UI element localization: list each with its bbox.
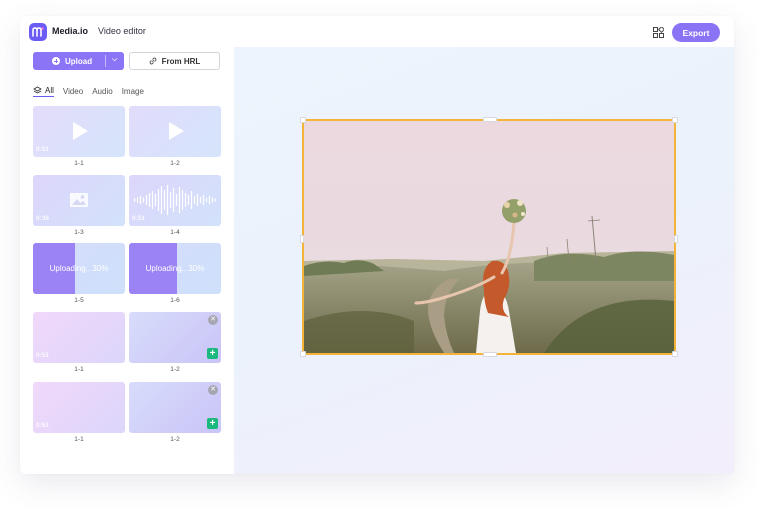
- page-title: Video editor: [98, 26, 146, 36]
- close-icon[interactable]: ✕: [208, 385, 218, 395]
- waveform-bar: [199, 197, 202, 203]
- media-caption: 1-2: [170, 436, 180, 443]
- preview-canvas: [234, 47, 734, 474]
- media-card[interactable]: ✕ +: [129, 382, 221, 433]
- waveform-bar: [157, 189, 160, 211]
- media-duration: 0:36: [36, 215, 50, 222]
- media-card[interactable]: 0:36: [33, 175, 125, 226]
- media-caption: 1-5: [74, 297, 84, 304]
- waveform-bar: [190, 191, 193, 209]
- plus-circle-icon: [52, 57, 60, 65]
- media-card[interactable]: 0:51: [33, 382, 125, 433]
- waveform-bar: [154, 194, 157, 206]
- resize-handle-right[interactable]: [674, 235, 678, 243]
- waveform-bar: [145, 195, 148, 205]
- media-card[interactable]: ✕ +: [129, 312, 221, 363]
- media-card[interactable]: 0:51: [33, 312, 125, 363]
- resize-handle-top-left[interactable]: [300, 117, 306, 123]
- resize-handle-left[interactable]: [300, 235, 304, 243]
- waveform-bar: [133, 198, 136, 202]
- selected-video-frame[interactable]: [300, 117, 678, 357]
- waveform-bar: [139, 196, 142, 204]
- waveform-bar: [169, 192, 172, 208]
- media-caption: 1-2: [170, 160, 180, 167]
- media-duration: 0:51: [132, 215, 146, 222]
- media-card-uploading[interactable]: Uploading...30%: [129, 243, 221, 294]
- button-divider: [105, 55, 106, 67]
- resize-handle-bottom-left[interactable]: [300, 351, 306, 357]
- media-io-logo[interactable]: [29, 23, 47, 41]
- waveform-bar: [160, 186, 163, 214]
- media-duration: 0:51: [36, 146, 50, 153]
- waveform-bar: [178, 187, 181, 213]
- preview-image: [304, 121, 674, 353]
- waveform-bar: [193, 196, 196, 204]
- chevron-down-icon[interactable]: ⌵: [112, 56, 117, 64]
- resize-handle-bottom[interactable]: [483, 352, 497, 357]
- media-caption: 1-6: [170, 297, 180, 304]
- apps-grid-icon[interactable]: [653, 27, 664, 38]
- upload-status: Uploading...30%: [49, 264, 109, 273]
- media-caption: 1-1: [74, 160, 84, 167]
- brand-name: Media.io: [52, 26, 89, 36]
- media-duration: 0:51: [36, 422, 50, 429]
- media-card-uploading[interactable]: Uploading...30%: [33, 243, 125, 294]
- from-url-label: From HRL: [161, 56, 201, 66]
- tab-all[interactable]: All: [33, 85, 54, 97]
- add-to-timeline-icon[interactable]: +: [207, 418, 218, 429]
- close-icon[interactable]: ✕: [208, 315, 218, 325]
- waveform-bar: [172, 188, 175, 212]
- export-button[interactable]: Export: [672, 23, 720, 42]
- waveform-bar: [142, 197, 145, 203]
- media-sidebar: Upload ⌵ From HRL All Video Audio Image …: [20, 47, 234, 474]
- upload-button[interactable]: Upload ⌵: [33, 52, 124, 70]
- upload-status: Uploading...30%: [145, 264, 205, 273]
- resize-handle-top-right[interactable]: [672, 117, 678, 123]
- waveform-bar: [196, 194, 199, 206]
- waveform-bar: [148, 193, 151, 207]
- media-card[interactable]: 0:51: [33, 106, 125, 157]
- waveform-bar: [214, 198, 217, 202]
- media-card[interactable]: [129, 106, 221, 157]
- waveform-bar: [175, 194, 178, 206]
- upload-label: Upload: [65, 56, 93, 66]
- waveform-bar: [151, 191, 154, 209]
- image-icon: [70, 193, 88, 207]
- waveform-bar: [184, 193, 187, 207]
- media-caption: 1-4: [170, 229, 180, 236]
- tab-audio[interactable]: Audio: [92, 85, 112, 97]
- media-type-tabs: All Video Audio Image: [33, 85, 153, 99]
- app-window: Media.io Video editor Export Upload ⌵ Fr…: [20, 16, 734, 474]
- play-icon: [73, 122, 88, 140]
- audio-waveform-icon: [133, 185, 217, 215]
- resize-handle-bottom-right[interactable]: [672, 351, 678, 357]
- waveform-bar: [202, 195, 205, 205]
- layers-icon: [33, 86, 42, 94]
- link-icon: [149, 57, 157, 65]
- waveform-bar: [136, 197, 139, 203]
- waveform-bar: [187, 195, 190, 205]
- media-duration: 0:51: [36, 352, 50, 359]
- media-caption: 1-1: [74, 436, 84, 443]
- waveform-bar: [163, 190, 166, 210]
- waveform-bar: [205, 198, 208, 202]
- tab-all-label: All: [45, 86, 54, 95]
- tab-video[interactable]: Video: [63, 85, 83, 97]
- waveform-bar: [211, 197, 214, 203]
- media-caption: 1-2: [170, 366, 180, 373]
- media-caption: 1-3: [74, 229, 84, 236]
- from-url-button[interactable]: From HRL: [129, 52, 220, 70]
- add-to-timeline-icon[interactable]: +: [207, 348, 218, 359]
- waveform-bar: [208, 196, 211, 204]
- waveform-bar: [166, 185, 169, 215]
- resize-handle-top[interactable]: [483, 117, 497, 122]
- media-card[interactable]: 0:51: [129, 175, 221, 226]
- play-icon: [169, 122, 184, 140]
- waveform-bar: [181, 190, 184, 210]
- media-caption: 1-1: [74, 366, 84, 373]
- tab-image[interactable]: Image: [122, 85, 144, 97]
- top-bar: Media.io Video editor Export: [20, 16, 734, 47]
